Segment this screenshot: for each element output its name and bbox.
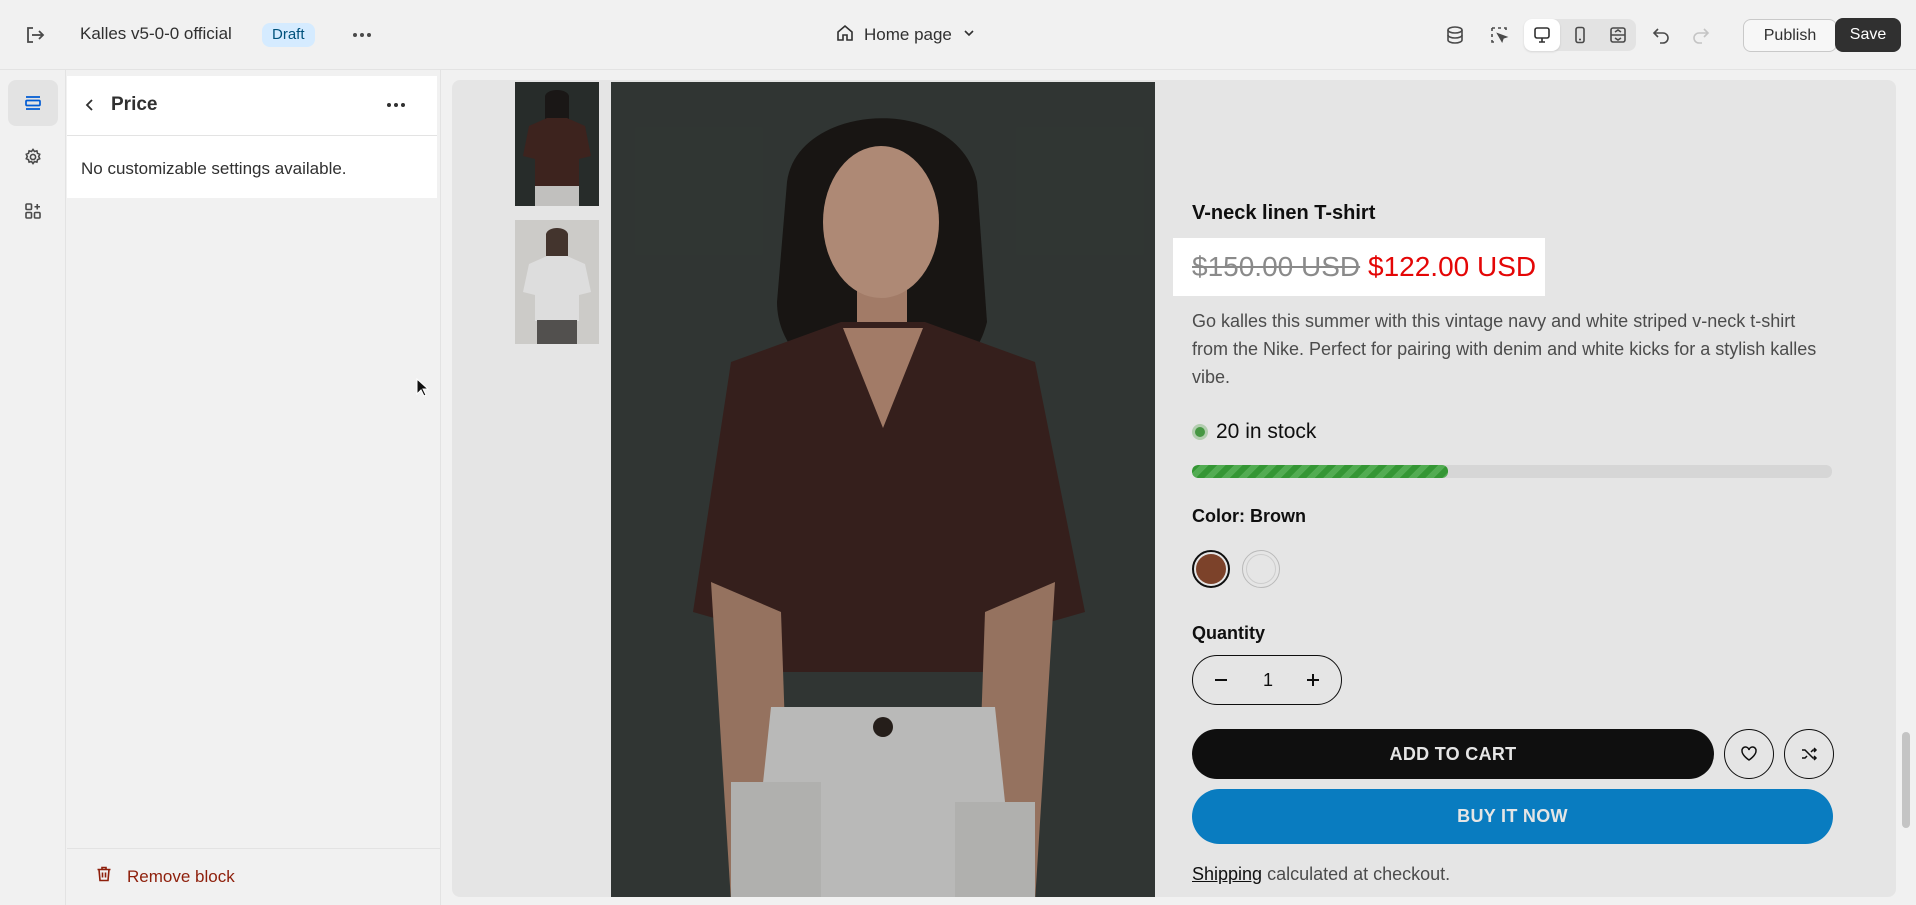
more-options-icon[interactable]	[348, 22, 376, 48]
trash-icon	[95, 865, 113, 888]
chevron-down-icon	[962, 25, 976, 45]
settings-panel: Price No customizable settings available…	[67, 70, 441, 905]
desktop-view-icon[interactable]	[1524, 19, 1560, 51]
publish-button[interactable]: Publish	[1743, 19, 1837, 52]
color-swatch-brown[interactable]	[1192, 550, 1230, 588]
left-rail	[0, 70, 66, 905]
status-badge: Draft	[262, 23, 315, 47]
store-preview[interactable]: V-neck linen T-shirt $150.00 USD $122.00…	[452, 80, 1896, 897]
stock-progress-bar	[1192, 465, 1832, 478]
panel-title: Price	[111, 94, 158, 115]
stock-text: 20 in stock	[1216, 420, 1317, 443]
product-thumbnail[interactable]	[515, 82, 599, 206]
panel-header: Price	[67, 76, 437, 136]
viewport-toggle	[1524, 19, 1636, 51]
back-arrow-icon[interactable]	[77, 92, 103, 118]
exit-icon[interactable]	[22, 22, 48, 48]
sale-price: $122.00 USD	[1368, 251, 1537, 282]
mobile-view-icon[interactable]	[1562, 19, 1598, 51]
color-swatch-white[interactable]	[1242, 550, 1280, 588]
price-block[interactable]: $150.00 USD $122.00 USD	[1175, 240, 1543, 294]
add-to-cart-button[interactable]: ADD TO CART	[1192, 729, 1714, 779]
page-selector-label: Home page	[864, 25, 952, 44]
product-title: V-neck linen T-shirt	[1192, 202, 1376, 224]
top-bar: Kalles v5-0-0 official Draft Home page P…	[0, 0, 1916, 70]
product-thumbnail[interactable]	[515, 220, 599, 344]
compare-at-price: $150.00 USD	[1192, 251, 1361, 282]
quantity-stepper: 1	[1192, 655, 1342, 705]
home-icon	[836, 24, 854, 47]
undo-icon[interactable]	[1648, 22, 1674, 48]
plus-icon[interactable]	[1301, 668, 1325, 692]
stock-status: 20 in stock	[1192, 420, 1316, 444]
block-settings-card: Price No customizable settings available…	[67, 76, 437, 198]
buy-it-now-button[interactable]: BUY IT NOW	[1192, 789, 1833, 844]
empty-settings-message: No customizable settings available.	[81, 159, 347, 178]
remove-block-button[interactable]: Remove block	[95, 865, 235, 888]
store-name: Kalles v5-0-0 official	[80, 24, 232, 43]
redo-icon[interactable]	[1688, 22, 1714, 48]
shipping-note-text: calculated at checkout.	[1262, 864, 1451, 884]
shipping-link[interactable]: Shipping	[1192, 864, 1262, 884]
mouse-cursor-icon	[416, 377, 430, 403]
fullscreen-view-icon[interactable]	[1600, 19, 1636, 51]
database-icon[interactable]	[1442, 22, 1468, 48]
stock-progress-fill	[1192, 465, 1448, 478]
panel-footer: Remove block	[67, 848, 440, 905]
quantity-label: Quantity	[1192, 623, 1266, 643]
shipping-note: Shipping calculated at checkout.	[1192, 864, 1450, 885]
inspector-select-icon[interactable]	[1486, 22, 1512, 48]
save-button[interactable]: Save	[1835, 18, 1901, 52]
sections-icon[interactable]	[8, 80, 58, 126]
in-stock-dot-icon	[1192, 424, 1208, 440]
wishlist-heart-icon[interactable]	[1724, 729, 1774, 779]
preview-scrollbar[interactable]	[1896, 80, 1916, 897]
remove-block-label: Remove block	[127, 866, 235, 886]
apps-icon[interactable]	[8, 188, 58, 234]
theme-settings-icon[interactable]	[8, 134, 58, 180]
product-main-image[interactable]	[611, 82, 1155, 897]
more-options-icon[interactable]	[381, 92, 411, 118]
scrollbar-thumb[interactable]	[1902, 732, 1910, 828]
color-label: Color: Brown	[1192, 506, 1306, 526]
compare-shuffle-icon[interactable]	[1784, 729, 1834, 779]
page-selector[interactable]: Home page	[836, 22, 976, 48]
product-description: Go kalles this summer with this vintage …	[1192, 311, 1817, 387]
